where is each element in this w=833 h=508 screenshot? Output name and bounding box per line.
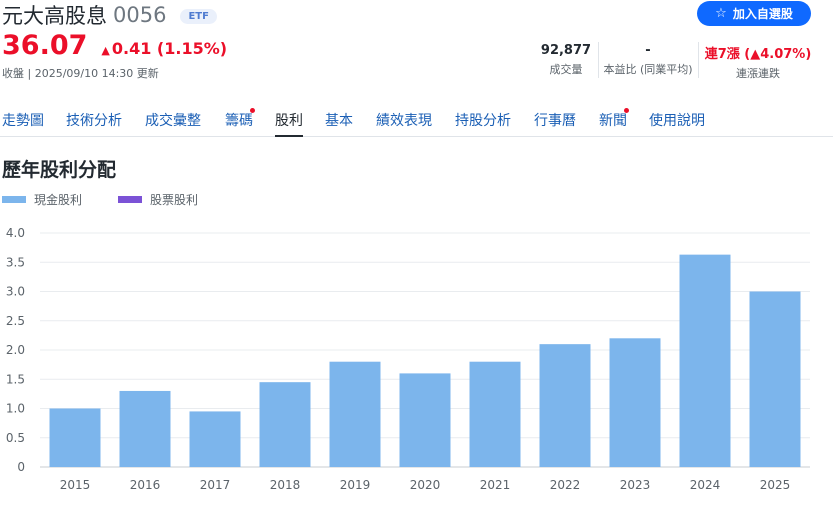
x-tick-label: 2019 bbox=[340, 478, 371, 492]
title-row: 元大高股息 0056 ETF bbox=[2, 0, 217, 30]
tab-news-label: 新聞 bbox=[599, 113, 627, 129]
add-to-watchlist-label: 加入自選股 bbox=[732, 7, 793, 21]
y-tick-label: 4.0 bbox=[6, 226, 25, 240]
y-tick-label: 0.5 bbox=[6, 431, 25, 445]
bar-cash-dividend bbox=[119, 390, 171, 467]
tab-chips-label: 籌碼 bbox=[225, 113, 253, 129]
tab-chips[interactable]: 籌碼 bbox=[225, 108, 255, 134]
bar-cash-dividend bbox=[49, 408, 101, 467]
tab-calendar[interactable]: 行事曆 bbox=[534, 110, 576, 134]
current-price: 36.07 bbox=[2, 30, 88, 61]
star-icon: ☆ bbox=[715, 6, 727, 21]
bar-cash-dividend bbox=[329, 361, 381, 467]
update-time: 收盤 | 2025/09/10 14:30 更新 bbox=[2, 67, 159, 80]
x-tick-label: 2017 bbox=[200, 478, 231, 492]
price-change: ▲ 0.41 (1.15%) bbox=[101, 39, 227, 58]
tab-nav: 走勢圖 技術分析 成交彙整 籌碼 股利 基本 績效表現 持股分析 行事曆 新聞 … bbox=[0, 104, 833, 137]
bar-cash-dividend bbox=[679, 254, 731, 467]
stat-divider bbox=[598, 42, 599, 78]
section-title: 歷年股利分配 bbox=[2, 159, 117, 181]
y-tick-label: 2.5 bbox=[6, 314, 25, 328]
stat-volume-label: 成交量 bbox=[549, 63, 583, 76]
x-tick-label: 2025 bbox=[760, 478, 791, 492]
bar-cash-dividend bbox=[539, 344, 591, 467]
tab-performance[interactable]: 績效表現 bbox=[376, 110, 432, 134]
y-tick-label: 3.5 bbox=[6, 255, 25, 269]
tab-technical[interactable]: 技術分析 bbox=[66, 110, 122, 134]
notification-dot bbox=[624, 108, 629, 113]
tab-help[interactable]: 使用說明 bbox=[649, 110, 705, 134]
y-tick-label: 2.0 bbox=[6, 343, 25, 357]
up-triangle-icon: ▲ bbox=[101, 44, 110, 57]
x-tick-label: 2021 bbox=[480, 478, 511, 492]
add-to-watchlist-button[interactable]: ☆ 加入自選股 bbox=[697, 1, 811, 26]
stat-pe-label: 本益比 (同業平均) bbox=[603, 63, 693, 76]
stat-streak-value: 連7漲 (▲4.07%) bbox=[704, 47, 812, 62]
x-tick-label: 2018 bbox=[270, 478, 301, 492]
stock-code: 0056 bbox=[113, 3, 167, 27]
stat-divider bbox=[698, 42, 699, 78]
tab-news[interactable]: 新聞 bbox=[599, 108, 629, 134]
stat-volume: 92,877 成交量 bbox=[533, 43, 599, 77]
stock-name: 元大高股息 bbox=[2, 4, 107, 28]
y-tick-label: 1.0 bbox=[6, 402, 25, 416]
stat-volume-value: 92,877 bbox=[540, 43, 592, 58]
etf-badge: ETF bbox=[180, 8, 217, 24]
tab-holdings[interactable]: 持股分析 bbox=[455, 110, 511, 134]
bar-cash-dividend bbox=[609, 338, 661, 467]
y-tick-label: 0 bbox=[17, 460, 25, 474]
stat-pe: - 本益比 (同業平均) bbox=[600, 43, 696, 77]
tab-trades[interactable]: 成交彙整 bbox=[145, 110, 201, 134]
bar-cash-dividend bbox=[259, 382, 311, 467]
bar-cash-dividend bbox=[469, 361, 521, 467]
bar-cash-dividend bbox=[189, 411, 241, 467]
x-tick-label: 2023 bbox=[620, 478, 651, 492]
stat-pe-value: - bbox=[645, 43, 651, 58]
x-tick-label: 2020 bbox=[410, 478, 441, 492]
x-tick-label: 2022 bbox=[550, 478, 581, 492]
stat-streak-label: 連漲連跌 bbox=[736, 67, 780, 80]
y-tick-label: 1.5 bbox=[6, 372, 25, 386]
legend-label-stock: 股票股利 bbox=[150, 193, 199, 207]
price-change-value: 0.41 (1.15%) bbox=[111, 39, 228, 58]
quote-header: 元大高股息 0056 ETF ☆ 加入自選股 36.07 ▲ 0.41 (1.15… bbox=[0, 0, 833, 90]
bar-cash-dividend bbox=[749, 291, 801, 467]
legend-label-cash: 現金股利 bbox=[34, 193, 83, 207]
stat-streak: 連7漲 (▲4.07%) 連漲連跌 bbox=[702, 43, 814, 81]
price-row: 36.07 ▲ 0.41 (1.15%) bbox=[2, 30, 227, 61]
tab-dividend[interactable]: 股利 bbox=[275, 110, 303, 137]
notification-dot bbox=[250, 108, 255, 113]
x-tick-label: 2024 bbox=[690, 478, 721, 492]
legend-item-cash[interactable]: 現金股利 bbox=[2, 191, 82, 208]
legend-swatch-stock bbox=[118, 196, 143, 203]
x-tick-label: 2016 bbox=[130, 478, 161, 492]
legend-item-stock[interactable]: 股票股利 bbox=[118, 191, 198, 208]
chart-legend: 現金股利 股票股利 bbox=[2, 191, 234, 208]
x-tick-label: 2015 bbox=[60, 478, 91, 492]
legend-swatch-cash bbox=[2, 196, 26, 203]
tab-chart[interactable]: 走勢圖 bbox=[2, 110, 44, 134]
y-tick-label: 3.0 bbox=[6, 285, 25, 299]
dividend-bar-chart: 0 0.5 1.0 1.5 2.0 2.5 3.0 3.5 4.0 2015 2016 2017 201… bbox=[6, 226, 810, 492]
bar-cash-dividend bbox=[399, 373, 451, 467]
tab-basic[interactable]: 基本 bbox=[325, 110, 353, 134]
